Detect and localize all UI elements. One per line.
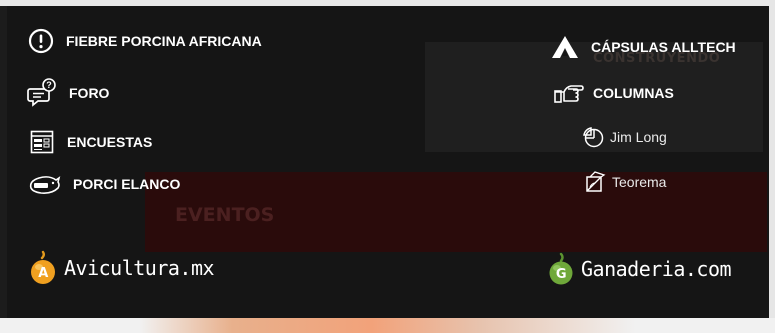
avicultura-link[interactable]: A Avicultura.mx — [28, 250, 215, 286]
pointing-hand-icon — [553, 81, 585, 105]
menu-item-columnas[interactable]: COLUMNAS — [553, 81, 674, 105]
ganaderia-label: Ganaderia.com — [581, 257, 732, 281]
geometry-icon — [584, 171, 606, 193]
menu-item-label: FORO — [69, 85, 110, 101]
menu-item-label: COLUMNAS — [593, 85, 674, 101]
submenu-item-jim-long[interactable]: Jim Long — [582, 126, 667, 148]
menu-item-fiebre-porcina[interactable]: FIEBRE PORCINA AFRICANA — [28, 28, 262, 54]
menu-item-foro[interactable]: ? FORO — [27, 78, 109, 108]
ganaderia-logo-icon: G — [547, 252, 575, 286]
dropdown-menu-panel: CONSTRUYENDO EVENTOS FIEBRE PORCINA AFRI… — [7, 6, 769, 318]
pie-chart-icon — [582, 126, 604, 148]
pig-badge-icon — [27, 172, 61, 196]
submenu-item-label: Teorema — [612, 174, 667, 190]
ganaderia-link[interactable]: G Ganaderia.com — [547, 252, 732, 286]
survey-form-icon — [29, 129, 55, 155]
alltech-logo-icon — [551, 35, 579, 59]
menu-item-label: PORCI ELANCO — [73, 176, 181, 192]
menu-item-capsulas-alltech[interactable]: CÁPSULAS ALLTECH — [551, 35, 736, 59]
ganaderia-logo-letter: G — [556, 267, 566, 282]
menu-item-porci-elanco[interactable]: PORCI ELANCO — [27, 172, 180, 196]
menu-item-encuestas[interactable]: ENCUESTAS — [29, 129, 152, 155]
menu-item-label: ENCUESTAS — [67, 134, 153, 150]
avicultura-logo-letter: A — [38, 266, 48, 281]
avicultura-label: Avicultura.mx — [64, 256, 215, 280]
menu-item-label: FIEBRE PORCINA AFRICANA — [66, 33, 262, 49]
background-events-label: EVENTOS — [175, 204, 275, 226]
background-events-section: EVENTOS — [145, 172, 767, 252]
chat-question-icon: ? — [27, 78, 57, 108]
exclamation-circle-icon — [28, 28, 54, 54]
menu-item-label: CÁPSULAS ALLTECH — [591, 39, 736, 55]
submenu-item-teorema[interactable]: Teorema — [584, 171, 666, 193]
submenu-item-label: Jim Long — [610, 129, 667, 145]
page-hero-background — [0, 318, 775, 333]
avicultura-logo-icon: A — [28, 250, 58, 286]
svg-text:?: ? — [46, 80, 52, 90]
page-background-edge — [769, 0, 775, 333]
